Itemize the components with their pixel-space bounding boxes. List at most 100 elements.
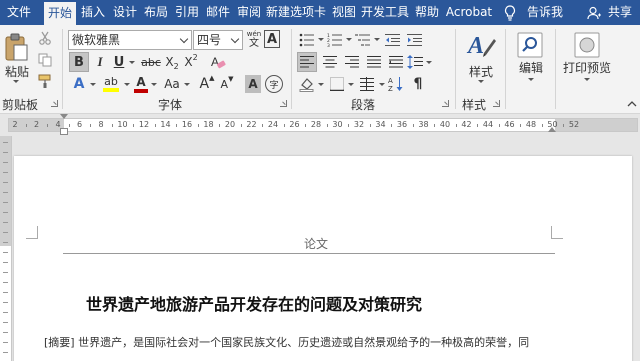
print-preview-icon[interactable] [572, 31, 602, 59]
underline-dropdown-icon[interactable] [129, 61, 135, 64]
highlight-button[interactable]: ab [99, 73, 123, 95]
font-color-button[interactable]: A [132, 73, 150, 95]
tab-insert[interactable]: 插入 [78, 0, 108, 25]
paste-icon[interactable] [3, 31, 29, 63]
chevron-down-icon[interactable] [230, 34, 240, 44]
italic-button[interactable]: I [91, 52, 109, 72]
font-name-combo[interactable]: 微软雅黑 [68, 30, 192, 50]
document-page[interactable]: 论文 世界遗产地旅游产品开发存在的问题及对策研究 [摘要] 世界遗产，是国际社会… [14, 156, 632, 361]
tab-mailings[interactable]: 邮件 [203, 0, 233, 25]
tab-review[interactable]: 审阅 [234, 0, 264, 25]
text-effects-dropdown-icon[interactable] [90, 83, 96, 86]
bullets-icon[interactable] [297, 30, 317, 50]
clipboard-launcher-icon[interactable] [51, 100, 58, 107]
highlight-dropdown-icon[interactable] [124, 83, 130, 86]
character-shading-button[interactable]: A [245, 75, 261, 93]
left-indent-marker[interactable] [60, 128, 68, 135]
clear-formatting-icon[interactable]: A [208, 51, 228, 73]
enclose-characters-button[interactable]: 字 [265, 75, 283, 93]
underline-button[interactable]: U [111, 52, 127, 72]
tell-me-box[interactable]: 告诉我 [524, 0, 566, 25]
center-icon[interactable] [320, 52, 340, 72]
tab-home[interactable]: 开始 [44, 2, 76, 25]
collapse-ribbon-icon[interactable] [626, 99, 638, 109]
superscript-button[interactable]: X2 [182, 52, 200, 72]
styles-icon[interactable]: A [463, 29, 499, 63]
editing-button[interactable]: 编辑 [515, 59, 547, 76]
editing-dropdown-icon[interactable] [528, 78, 534, 81]
tab-references[interactable]: 引用 [172, 0, 202, 25]
sort-icon[interactable]: AZ [386, 74, 406, 94]
subscript-button[interactable]: X2 [163, 52, 181, 72]
borders-icon[interactable] [327, 74, 347, 94]
svg-text:A: A [211, 55, 219, 69]
borders-dropdown-icon[interactable] [348, 83, 354, 86]
vertical-ruler[interactable] [0, 136, 12, 361]
tab-view[interactable]: 视图 [329, 0, 359, 25]
ruler-tick [111, 124, 113, 127]
copy-icon[interactable] [36, 51, 54, 69]
styles-launcher-icon[interactable] [493, 100, 500, 107]
abstract-paragraph[interactable]: [摘要] 世界遗产，是国际社会对一个国家民族文化、历史遗迹或自然景观给予的一种极… [44, 334, 529, 350]
strikethrough-button[interactable]: abc [139, 52, 163, 72]
print-preview-dropdown-icon[interactable] [584, 78, 590, 81]
shading-icon[interactable] [297, 74, 317, 94]
tab-acrobat[interactable]: Acrobat [444, 0, 494, 25]
share-button[interactable]: 共享 [604, 0, 636, 25]
font-color-dropdown-icon[interactable] [151, 83, 157, 86]
lightbulb-icon[interactable] [502, 0, 518, 25]
tab-layout[interactable]: 布局 [141, 0, 171, 25]
document-title[interactable]: 世界遗产地旅游产品开发存在的问题及对策研究 [86, 291, 422, 315]
change-case-button[interactable]: Aa [160, 74, 184, 94]
shrink-font-button[interactable]: A ▼ [218, 74, 236, 94]
magnifier-icon[interactable] [515, 31, 545, 59]
decrease-indent-icon[interactable] [383, 30, 403, 50]
paste-button[interactable]: 粘贴 [4, 63, 30, 80]
svg-text:Z: Z [388, 85, 393, 92]
text-effects-button[interactable]: A [69, 74, 89, 94]
distributed-icon[interactable] [386, 52, 406, 72]
paragraph-launcher-icon[interactable] [442, 100, 449, 107]
justify-icon[interactable] [364, 52, 384, 72]
line-spacing-icon[interactable] [405, 52, 425, 72]
align-right-icon[interactable] [342, 52, 362, 72]
grow-font-button[interactable]: A ▲ [198, 74, 216, 94]
align-left-icon[interactable] [297, 52, 317, 72]
tab-design[interactable]: 设计 [110, 0, 140, 25]
font-launcher-icon[interactable] [280, 100, 287, 107]
first-line-indent-marker[interactable] [60, 114, 68, 119]
tab-help[interactable]: 帮助 [412, 0, 442, 25]
styles-button[interactable]: 样式 [464, 63, 498, 80]
character-border-icon[interactable]: A [264, 30, 280, 48]
numbering-icon[interactable]: 123 [325, 30, 345, 50]
font-size-combo[interactable]: 四号 [193, 30, 243, 50]
page-header-text[interactable]: 论文 [304, 235, 328, 252]
right-indent-marker[interactable] [548, 127, 556, 132]
chinese-layout-dropdown-icon[interactable] [379, 83, 385, 86]
paste-dropdown-icon[interactable] [13, 80, 19, 83]
bold-button[interactable]: B [69, 52, 89, 72]
chinese-layout-icon[interactable] [358, 74, 378, 94]
multilevel-dropdown-icon[interactable] [374, 38, 380, 41]
tab-developer[interactable]: 开发工具 [360, 0, 410, 25]
tab-new-tab[interactable]: 新建选项卡 [265, 0, 327, 25]
multilevel-list-icon[interactable] [353, 30, 373, 50]
bullets-dropdown-icon[interactable] [318, 38, 324, 41]
person-icon[interactable] [586, 0, 602, 25]
styles-dropdown-icon[interactable] [478, 80, 484, 83]
shading-dropdown-icon[interactable] [318, 83, 324, 86]
print-preview-button[interactable]: 打印预览 [560, 59, 614, 76]
increase-indent-icon[interactable] [405, 30, 425, 50]
cut-icon[interactable] [36, 29, 54, 47]
chevron-down-icon[interactable] [179, 34, 189, 44]
document-area[interactable]: 论文 世界遗产地旅游产品开发存在的问题及对策研究 [摘要] 世界遗产，是国际社会… [0, 136, 640, 361]
numbering-dropdown-icon[interactable] [346, 38, 352, 41]
horizontal-ruler[interactable]: 2 2 4 6 8 10 12 14 16 18 20 22 24 26 28 30 32 34 36 38 40 42 4… [0, 114, 640, 136]
format-painter-icon[interactable] [36, 72, 54, 90]
ruler-bar[interactable]: 2 2 4 6 8 10 12 14 16 18 20 22 24 26 28 30 32 34 36 38 40 42 4… [8, 118, 638, 132]
line-spacing-dropdown-icon[interactable] [426, 61, 432, 64]
change-case-dropdown-icon[interactable] [184, 83, 190, 86]
phonetic-guide-icon[interactable]: wén 文 [245, 28, 263, 50]
show-marks-icon[interactable]: ¶ [408, 74, 428, 94]
tab-file[interactable]: 文件 [0, 0, 38, 25]
